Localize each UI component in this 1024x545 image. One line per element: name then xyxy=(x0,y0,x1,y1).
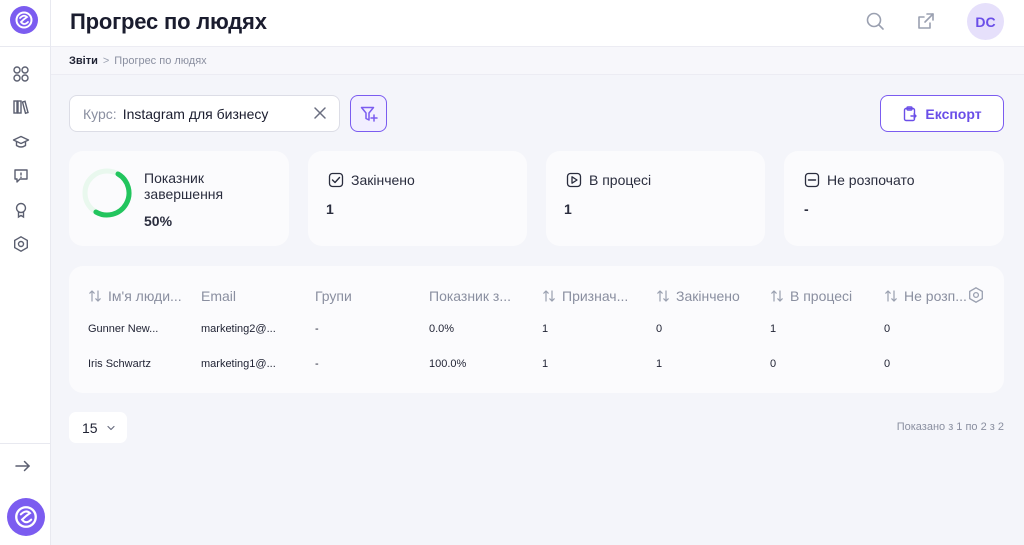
completion-title: Показник завершення xyxy=(144,170,224,202)
finished-card: Закінчено 1 xyxy=(308,151,527,246)
cell-not-started: 0 xyxy=(884,323,891,335)
in-progress-value: 1 xyxy=(564,201,572,217)
close-icon xyxy=(314,107,326,119)
column-header-groups[interactable]: Групи xyxy=(315,288,352,304)
grid-icon xyxy=(13,66,29,82)
sort-icon xyxy=(89,290,101,302)
column-label: Ім'я люди... xyxy=(108,288,182,304)
open-external-button[interactable] xyxy=(916,11,936,31)
cell-in-progress: 1 xyxy=(770,323,777,335)
sidebar-item-feedback[interactable] xyxy=(12,167,30,185)
cell-not-started: 0 xyxy=(884,358,891,370)
cell-name: Gunner New... xyxy=(88,323,159,335)
sidebar-item-achievements[interactable] xyxy=(12,201,30,219)
not-started-card: Не розпочато - xyxy=(784,151,1004,246)
feedback-icon xyxy=(14,169,28,183)
in-progress-card: В процесі 1 xyxy=(546,151,765,246)
filter-add-icon xyxy=(360,106,378,122)
logo[interactable] xyxy=(10,6,38,34)
sidebar-item-library[interactable] xyxy=(12,98,30,116)
clipboard-export-icon xyxy=(904,105,918,121)
column-header-completion[interactable]: Показник з... xyxy=(429,288,511,304)
cell-groups: - xyxy=(315,323,319,335)
sidebar-expand-button[interactable] xyxy=(13,456,33,476)
cell-finished: 1 xyxy=(656,358,663,370)
settings-hexagon-icon xyxy=(969,287,983,303)
page-size-value: 15 xyxy=(82,419,98,436)
column-header-assigned[interactable]: Признач... xyxy=(542,288,628,304)
page-title: Прогрес по людях xyxy=(70,9,267,34)
breadcrumb: Звіти > Прогрес по людях xyxy=(51,46,1024,75)
cell-assigned: 1 xyxy=(542,323,549,335)
column-header-email[interactable]: Email xyxy=(201,288,236,304)
column-label: Не розп... xyxy=(904,288,967,304)
app-switcher-logo[interactable] xyxy=(7,498,45,536)
not-started-title: Не розпочато xyxy=(827,172,915,188)
sort-icon xyxy=(543,290,555,302)
chevron-down-icon xyxy=(106,425,115,430)
cell-assigned: 1 xyxy=(542,358,549,370)
column-label: Закінчено xyxy=(676,288,740,304)
column-label: Показник з... xyxy=(429,288,511,304)
finished-value: 1 xyxy=(326,201,334,217)
cell-in-progress: 0 xyxy=(770,358,777,370)
add-filter-button[interactable] xyxy=(350,95,387,132)
avatar[interactable]: DC xyxy=(967,3,1004,40)
play-icon xyxy=(566,172,582,188)
cell-finished: 0 xyxy=(656,323,663,335)
cell-completion: 100.0% xyxy=(429,358,467,370)
graduation-cap-icon xyxy=(12,135,30,148)
sidebar-item-dashboard[interactable] xyxy=(12,65,30,83)
sort-icon xyxy=(885,290,897,302)
sidebar-item-courses[interactable] xyxy=(12,133,30,151)
course-filter[interactable]: Курс: Instagram для бизнесу xyxy=(69,95,340,132)
not-started-value: - xyxy=(804,201,809,217)
completion-card: Показник завершення 50% xyxy=(69,151,289,246)
column-header-not-started[interactable]: Не розп... xyxy=(884,288,967,304)
course-filter-label: Курс: xyxy=(83,105,117,122)
cell-email: marketing2@... xyxy=(201,323,276,335)
export-label: Експорт xyxy=(925,105,982,122)
sort-icon xyxy=(771,290,783,302)
sidebar-item-settings[interactable] xyxy=(12,235,30,253)
clear-course-button[interactable] xyxy=(313,106,327,120)
people-table: Ім'я люди... Email Групи Показник з... П… xyxy=(69,266,1004,393)
column-header-in-progress[interactable]: В процесі xyxy=(770,288,852,304)
cell-name: Iris Schwartz xyxy=(88,358,151,370)
award-icon xyxy=(15,202,27,219)
settings-hexagon-icon xyxy=(14,235,28,253)
arrow-right-icon xyxy=(15,460,31,472)
pagination-info: Показано з 1 по 2 з 2 xyxy=(896,421,1004,433)
cell-email: marketing1@... xyxy=(201,358,276,370)
column-header-finished[interactable]: Закінчено xyxy=(656,288,740,304)
sort-icon xyxy=(657,290,669,302)
column-settings-button[interactable] xyxy=(967,286,985,304)
export-button[interactable]: Експорт xyxy=(880,95,1004,132)
completion-progress-ring xyxy=(82,168,132,218)
breadcrumb-root[interactable]: Звіти xyxy=(69,55,98,67)
cell-completion: 0.0% xyxy=(429,323,455,335)
checkbox-icon xyxy=(328,172,344,188)
breadcrumb-separator: > xyxy=(102,54,110,67)
breadcrumb-current: Прогрес по людях xyxy=(114,54,207,67)
search-button[interactable] xyxy=(865,11,885,31)
column-label: Email xyxy=(201,288,237,304)
external-link-icon xyxy=(918,13,934,29)
search-icon xyxy=(866,12,884,30)
course-filter-value: Instagram для бизнесу xyxy=(122,105,269,122)
column-label: Признач... xyxy=(562,288,629,304)
cell-groups: - xyxy=(315,358,319,370)
column-label: Групи xyxy=(315,288,352,304)
sidebar xyxy=(0,0,51,545)
finished-title: Закінчено xyxy=(351,172,415,188)
completion-value: 50% xyxy=(144,213,173,229)
column-header-name[interactable]: Ім'я люди... xyxy=(88,288,182,304)
column-label: В процесі xyxy=(790,288,853,304)
library-icon xyxy=(13,100,29,115)
minus-icon xyxy=(804,172,820,188)
in-progress-title: В процесі xyxy=(589,172,652,188)
page-header: Прогрес по людях DC xyxy=(51,0,1024,46)
page-size-select[interactable]: 15 xyxy=(69,412,127,443)
